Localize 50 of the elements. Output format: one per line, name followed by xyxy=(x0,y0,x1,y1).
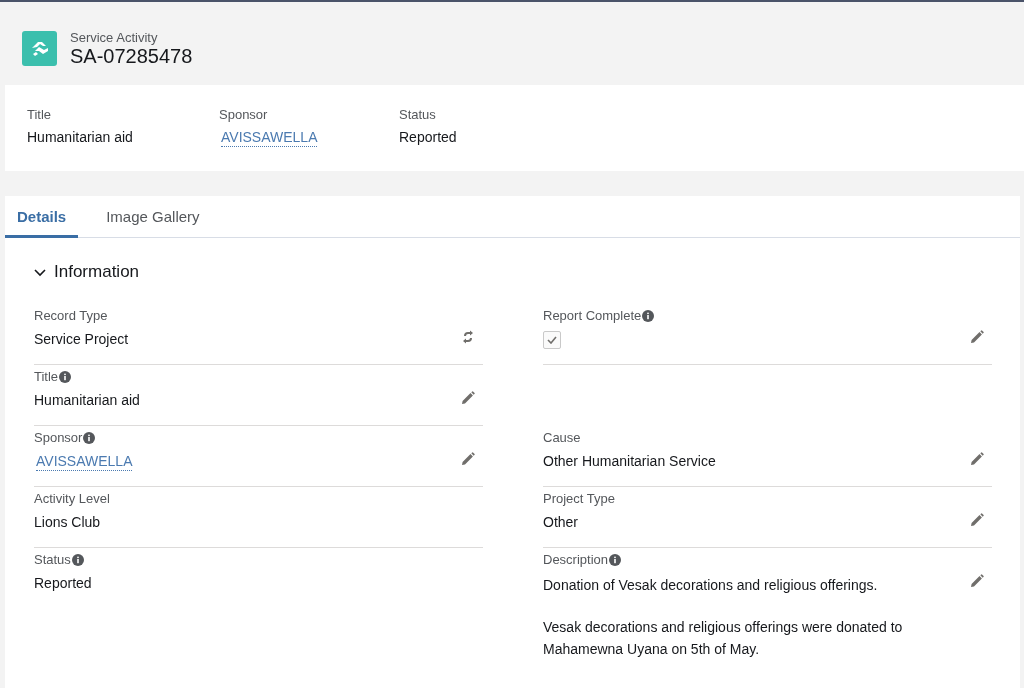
pencil-icon xyxy=(970,574,984,588)
field-label: Cause xyxy=(543,430,581,445)
info-icon[interactable] xyxy=(59,370,72,383)
description-text: Donation of Vesak decorations and religious offerings. xyxy=(543,576,879,595)
field-value: Lions Club xyxy=(34,514,101,530)
field-value: Other Humanitarian Service xyxy=(543,453,716,469)
chevron-icon xyxy=(34,266,46,278)
edit-button[interactable] xyxy=(970,452,986,468)
field-value: Humanitarian aid xyxy=(34,392,140,408)
description-text: Vesak decorations and religious offerings were donated to Mahamewna Uyana on 5th of May. xyxy=(543,618,904,659)
field-label: Description xyxy=(543,552,609,567)
section-header[interactable]: Information xyxy=(34,262,140,282)
record-name: SA-07285478 xyxy=(70,45,193,67)
field-label: Status xyxy=(34,552,71,567)
pencil-icon xyxy=(970,513,984,527)
edit-button[interactable] xyxy=(461,452,477,468)
checkmark-icon xyxy=(547,336,557,344)
field-label: Project Type xyxy=(543,491,616,506)
field-value: Reported xyxy=(34,575,92,591)
sponsor-link[interactable]: AVISSAWELLA xyxy=(36,453,133,471)
edit-button[interactable] xyxy=(461,391,477,407)
highlight-value: Reported xyxy=(399,129,458,145)
field-label: Report Complete xyxy=(543,308,642,323)
field-label: Title xyxy=(34,369,59,384)
object-type: Service Activity xyxy=(70,30,159,45)
service-activity-logo xyxy=(22,31,57,66)
highlight-value: Humanitarian aid xyxy=(27,129,134,145)
pencil-icon xyxy=(970,452,984,466)
highlight-label: Title xyxy=(27,107,53,122)
highlight-label: Sponsor xyxy=(219,107,269,122)
field-value: Service Project xyxy=(34,331,129,347)
pencil-icon xyxy=(970,330,984,344)
pencil-icon xyxy=(461,452,475,466)
field-label: Sponsor xyxy=(34,430,83,445)
highlight-label: Status xyxy=(399,107,437,122)
pencil-icon xyxy=(461,391,475,405)
tab[interactable]: Image Gallery xyxy=(94,196,212,238)
change-record-type-icon xyxy=(461,330,475,344)
info-icon[interactable] xyxy=(83,431,96,444)
info-icon[interactable] xyxy=(71,553,84,566)
info-icon[interactable] xyxy=(609,553,622,566)
field-label: Record Type xyxy=(34,308,108,323)
field-value: Other xyxy=(543,514,578,530)
info-icon[interactable] xyxy=(642,309,655,322)
edit-button[interactable] xyxy=(970,330,986,346)
edit-button[interactable] xyxy=(970,513,986,529)
tab[interactable]: Details xyxy=(5,196,79,238)
field-label: Activity Level xyxy=(34,491,110,506)
sponsor-link[interactable]: AVISSAWELLA xyxy=(221,129,318,147)
edit-button[interactable] xyxy=(970,574,986,590)
